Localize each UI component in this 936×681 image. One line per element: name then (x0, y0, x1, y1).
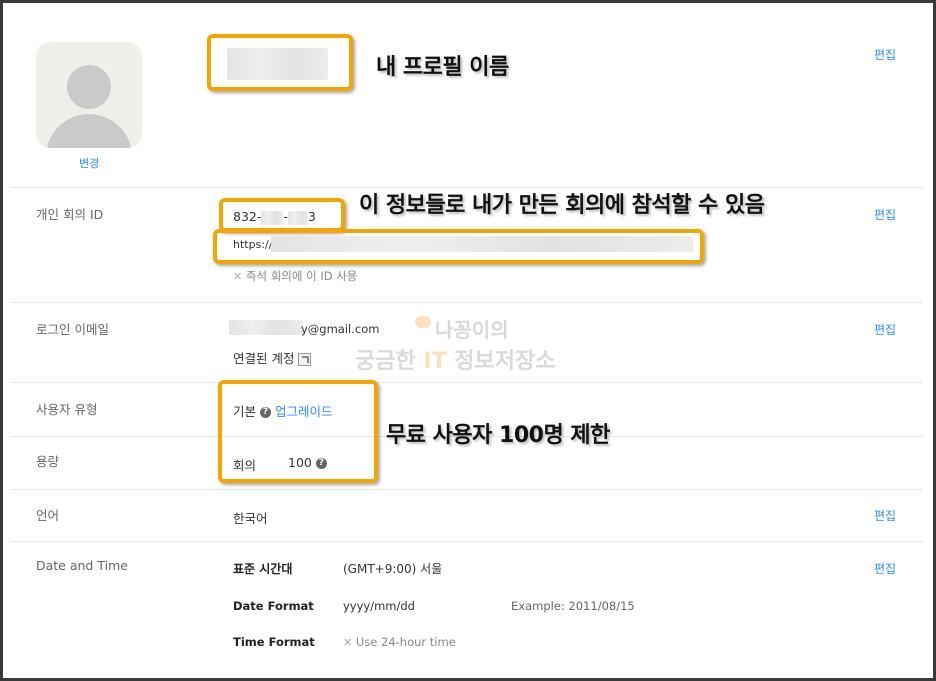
email-redacted (229, 320, 303, 335)
watermark-text-a: 궁금한 (355, 349, 424, 374)
edit-login-email-button[interactable]: 편집 (874, 321, 896, 338)
divider (11, 302, 923, 303)
edit-profile-button[interactable]: 편집 (874, 46, 896, 63)
profile-page: 변경 내 프로필 이름 편집 개인 회의 ID 832- -3 https:// … (0, 0, 936, 681)
watermark-text-it: IT (423, 349, 447, 374)
time-format-value: Use 24-hour time (355, 635, 456, 649)
time-format-option[interactable]: ✕ Use 24-hour time (343, 635, 456, 649)
linked-account-label: 연결된 계정 (233, 351, 295, 366)
edit-meeting-id-button[interactable]: 편집 (874, 206, 896, 223)
login-email-label: 로그인 이메일 (36, 322, 109, 337)
date-time-label: Date and Time (36, 558, 128, 573)
annotation-profile-name: 내 프로필 이름 (376, 55, 509, 80)
annotation-user-limit: 무료 사용자 100명 제한 (386, 423, 610, 448)
external-link-icon[interactable] (298, 353, 312, 366)
date-format-example: Example: 2011/08/15 (511, 599, 635, 613)
linked-account: 연결된 계정 (233, 348, 312, 367)
instant-meeting-option-label: 즉석 회의에 이 ID 사용 (245, 269, 358, 283)
highlight-user-type (218, 380, 378, 483)
avatar-head-shape (67, 65, 111, 109)
language-value: 한국어 (233, 511, 268, 526)
timezone-value: (GMT+9:00) 서울 (343, 562, 443, 576)
divider (11, 382, 923, 383)
edit-date-time-button[interactable]: 편집 (874, 560, 896, 577)
language-label: 언어 (36, 508, 60, 523)
capacity-label: 용량 (36, 454, 60, 469)
date-format-label: Date Format (233, 599, 314, 613)
highlight-profile-name (207, 34, 353, 91)
login-email-value: y@gmail.com (301, 322, 380, 336)
divider (11, 541, 923, 542)
date-format-value: yyyy/mm/dd (343, 599, 415, 613)
avatar-body-shape (46, 114, 132, 148)
watermark-line2: 궁금한 IT 정보저장소 (355, 343, 555, 375)
meeting-id-label: 개인 회의 ID (36, 207, 104, 222)
highlight-meeting-url (213, 229, 704, 264)
timezone-label: 표준 시간대 (233, 562, 293, 576)
watermark-text-b: 정보저장소 (446, 349, 556, 374)
time-format-label: Time Format (233, 635, 315, 649)
avatar[interactable] (36, 42, 142, 148)
divider (11, 489, 923, 490)
disabled-x-icon: ✕ (343, 636, 353, 649)
annotation-meeting-info: 이 정보들로 내가 만든 회의에 참석할 수 있음 (359, 193, 765, 218)
highlight-meeting-id (219, 198, 345, 232)
watermark-accent (415, 316, 431, 328)
disabled-x-icon: ✕ (233, 270, 243, 283)
watermark-line1: 나꽁이의 (435, 318, 509, 342)
change-avatar-link[interactable]: 변경 (79, 155, 99, 171)
instant-meeting-option[interactable]: ✕ 즉석 회의에 이 ID 사용 (233, 268, 357, 284)
user-type-label: 사용자 유형 (36, 402, 98, 417)
edit-language-button[interactable]: 편집 (874, 507, 896, 524)
